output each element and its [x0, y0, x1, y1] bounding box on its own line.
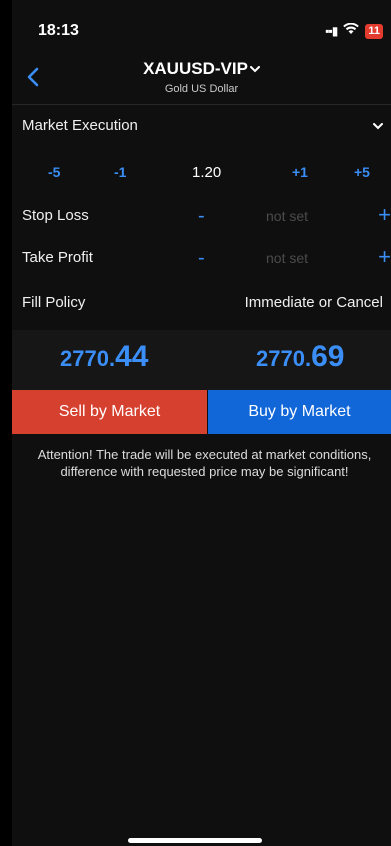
stop-loss-value[interactable]: not set: [266, 208, 308, 224]
ask-price-main: 2770.: [256, 346, 312, 371]
take-profit-value[interactable]: not set: [266, 250, 308, 266]
home-indicator[interactable]: [128, 838, 262, 843]
bid-price: 2770.44: [60, 340, 148, 374]
execution-type-selector[interactable]: Market Execution: [12, 104, 391, 148]
stop-loss-label: Stop Loss: [22, 207, 89, 224]
stop-loss-plus-button[interactable]: +: [378, 202, 391, 228]
take-profit-plus-button[interactable]: +: [378, 244, 391, 270]
volume-minus1-button[interactable]: -1: [114, 164, 126, 180]
execution-type-label: Market Execution: [22, 117, 138, 134]
fill-policy-row[interactable]: Fill Policy Immediate or Cancel: [12, 282, 391, 326]
sell-by-market-button[interactable]: Sell by Market: [12, 390, 207, 434]
stop-loss-minus-button[interactable]: -: [198, 205, 205, 228]
take-profit-minus-button[interactable]: -: [198, 247, 205, 270]
left-edge-strip: [0, 0, 12, 846]
status-bar: 18:13 ▪▪▮ 11: [12, 0, 391, 50]
chevron-down-icon: [249, 64, 260, 76]
bid-price-pips: 44: [115, 340, 149, 373]
price-display: 2770.44 2770.69: [12, 330, 391, 390]
wifi-icon: [343, 22, 360, 40]
screen: 18:13 ▪▪▮ 11 XAUUSD-VIP Gold US Dollar M…: [0, 0, 391, 846]
order-panel: 18:13 ▪▪▮ 11 XAUUSD-VIP Gold US Dollar M…: [12, 0, 391, 846]
battery-icon: 11: [365, 23, 383, 39]
chevron-down-icon: [373, 119, 383, 133]
volume-value[interactable]: 1.20: [192, 164, 221, 181]
status-icons: ▪▪▮ 11: [325, 22, 383, 40]
volume-minus5-button[interactable]: -5: [48, 164, 60, 180]
take-profit-label: Take Profit: [22, 249, 93, 266]
symbol-description: Gold US Dollar: [164, 83, 239, 95]
nav-header: XAUUSD-VIP Gold US Dollar: [12, 55, 391, 99]
ask-price: 2770.69: [256, 340, 344, 374]
symbol-selector[interactable]: XAUUSD-VIP: [12, 59, 391, 79]
stop-loss-row: Stop Loss - not set +: [12, 195, 391, 239]
buy-by-market-button[interactable]: Buy by Market: [208, 390, 391, 434]
fill-policy-value: Immediate or Cancel: [244, 294, 383, 311]
take-profit-row: Take Profit - not set +: [12, 237, 391, 281]
fill-policy-label: Fill Policy: [22, 294, 86, 311]
status-time: 18:13: [38, 22, 79, 39]
volume-plus5-button[interactable]: +5: [354, 164, 370, 180]
volume-stepper: -5 -1 1.20 +1 +5: [12, 152, 391, 196]
volume-plus1-button[interactable]: +1: [292, 164, 308, 180]
ask-price-pips: 69: [311, 340, 345, 373]
attention-message: Attention! The trade will be executed at…: [37, 447, 372, 479]
bid-price-main: 2770.: [60, 346, 116, 371]
symbol-name: XAUUSD-VIP: [143, 59, 248, 78]
signal-icon: ▪▪▮: [325, 24, 338, 38]
